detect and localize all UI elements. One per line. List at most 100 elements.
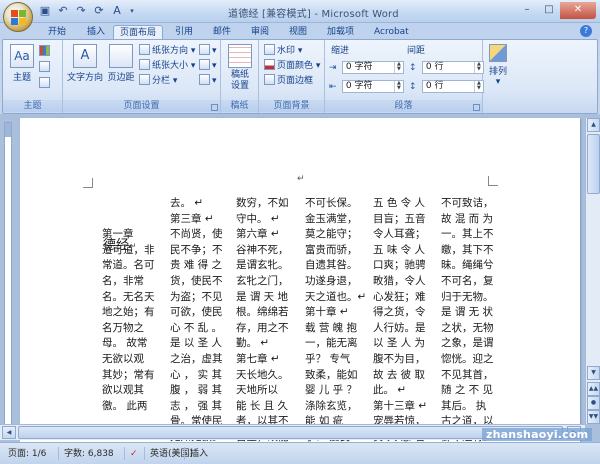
column-line: 富贵而骄， [305,243,358,256]
group-label-page-background: 页面背景 [259,100,324,112]
column-line: 功遂身退， [305,274,358,287]
tab-home[interactable]: 开始 [42,25,72,40]
tab-page-layout[interactable]: 页面布局 [113,25,164,40]
arrange-icon [489,44,507,62]
manuscript-settings-button[interactable]: 稿纸 设置 [226,44,254,92]
page-setup-launcher-icon[interactable] [211,104,218,111]
ribbon: Aa 主题 主题 A 文字方向 页边距 纸张方向 ▾ 纸张大小 ▾ 分栏 ▾ ▾… [2,39,598,114]
scroll-left-icon[interactable]: ◀ [2,426,16,439]
browse-object-icon[interactable]: ● [587,396,600,410]
page-borders-button[interactable]: 页面边框 [264,74,313,88]
save-icon[interactable]: ▣ [38,4,52,18]
breaks-button[interactable]: ▾ [199,44,217,58]
tab-view[interactable]: 视图 [283,25,313,40]
watermark-button[interactable]: 水印 ▾ [264,44,302,58]
indent-right-icon: ⇤ [329,82,337,92]
close-button[interactable]: ✕ [560,2,596,19]
spacing-label: 间距 [407,46,426,56]
document-page[interactable]: ↵ 德经↵ 第一章 道可道，非 常道。名可 名，非常 名。无名天 地之始；有 名… [20,118,580,442]
scroll-down-icon[interactable]: ▼ [587,366,600,380]
previous-page-icon[interactable]: ▲▲ [587,382,600,396]
column-line: 五 味 令 人 [373,243,426,256]
next-page-icon[interactable]: ▼▼ [587,410,600,424]
indent-left-spinner[interactable]: ⇥ 0 字符 ▲ ▼ [329,61,404,75]
office-button[interactable] [3,2,33,32]
columns-button[interactable]: 分栏 ▾ [139,74,177,88]
theme-colors-button[interactable] [39,45,52,59]
maximize-button[interactable]: □ [538,2,560,19]
office-logo-icon [11,10,26,25]
space-after-spinner[interactable]: ↕ 0 行 ▲ ▼ [409,80,484,94]
indent-left-input[interactable]: 0 字符 ▲ ▼ [341,61,404,74]
format-icon[interactable]: A [110,4,124,18]
theme-fonts-button[interactable] [39,61,52,75]
arrange-label: 排列 [488,67,507,77]
indent-right-input[interactable]: 0 字符 ▲ ▼ [341,80,404,93]
undo-icon[interactable]: ↶ [56,4,70,18]
page-count[interactable]: 页面: 1/6 [8,447,46,461]
tab-acrobat[interactable]: Acrobat [368,25,415,40]
column-line: 常道。名可 [102,259,155,272]
column-line: 谷神不死， [236,243,289,256]
group-label-themes: 主题 [3,100,62,112]
themes-button[interactable]: Aa 主题 [9,44,35,83]
space-before-spinner[interactable]: ↕ 0 行 ▲ ▼ [409,61,484,75]
manuscript-label: 稿纸 设置 [230,70,249,91]
hyphenation-icon [199,74,210,85]
line-numbers-button[interactable]: ▾ [199,59,217,73]
column-line: 心发狂；难 [373,290,426,303]
insert-mode-indicator[interactable]: 插入 [190,447,208,461]
ribbon-tabs: 开始 插入 页面布局 引用 邮件 审阅 视图 加载项 Acrobat [0,23,600,40]
group-page-background: 水印 ▾ 页面颜色 ▾ 页面边框 页面背景 [259,40,325,113]
column-line: 徼。 此两 [102,399,148,412]
margins-button[interactable]: 页边距 [107,44,135,83]
column-line: 第三章 ↵ [170,212,214,225]
column-line: 之状，无物 [441,321,494,334]
indent-right-arrows-icon[interactable]: ▲ ▼ [393,81,403,92]
tab-addins[interactable]: 加载项 [321,25,360,40]
column-line: 一，能无离 [305,337,358,350]
help-icon[interactable]: ? [580,25,592,37]
column-line: 不尚贤，使 [170,228,223,241]
redo-icon[interactable]: ↷ [74,4,88,18]
column-line: 归于无物。 [441,290,494,303]
word-count[interactable]: 字数: 6,838 [64,447,114,461]
column-line: 心 ， 实 其 [170,368,223,381]
orientation-icon [139,44,150,55]
space-before-input[interactable]: 0 行 ▲ ▼ [421,61,484,74]
size-button[interactable]: 纸张大小 ▾ [139,59,195,73]
tab-insert[interactable]: 插入 [81,25,111,40]
vertical-scrollbar[interactable]: ▲ ▼ ▲▲ ● ▼▼ [585,118,600,424]
vertical-ruler [4,122,12,434]
text-column-3: 数穷，不如 守中。 ↵ 第六章 ↵ 谷神不死， 是谓玄牝。 玄牝之门， 是 谓 … [236,196,289,442]
column-line: 为盗；不见 [170,290,223,303]
arrange-button[interactable]: 排列 ▾ [485,44,511,87]
space-after-input[interactable]: 0 行 ▲ ▼ [421,80,484,93]
proofing-icon[interactable]: ✓ [130,447,138,461]
tab-review[interactable]: 审阅 [245,25,275,40]
paragraph-launcher-icon[interactable] [473,104,480,111]
hyphenation-button[interactable]: ▾ [199,74,217,88]
column-line: 名，非常 [102,274,144,287]
text-direction-button[interactable]: A 文字方向 [67,44,103,83]
page-color-button[interactable]: 页面颜色 ▾ [264,59,320,73]
tab-references[interactable]: 引用 [169,25,199,40]
indent-right-spinner[interactable]: ⇤ 0 字符 ▲ ▼ [329,80,404,94]
refresh-icon[interactable]: ⟳ [92,4,106,18]
minimize-button[interactable]: – [516,2,538,19]
space-before-arrows-icon[interactable]: ▲ ▼ [473,62,483,73]
language-indicator[interactable]: 英语(美国) [150,447,193,461]
orientation-button[interactable]: 纸张方向 ▾ [139,44,195,58]
column-line: 母。 故常 [102,337,148,350]
watermark-label: 水印 [277,46,296,56]
column-line: 皦，其下不 [441,243,494,256]
vertical-scroll-thumb[interactable] [587,134,600,194]
indent-left-arrows-icon[interactable]: ▲ ▼ [393,62,403,73]
scroll-up-icon[interactable]: ▲ [587,118,600,132]
column-line: 存，用之不 [236,321,289,334]
tab-mailings[interactable]: 邮件 [207,25,237,40]
theme-effects-button[interactable] [39,77,52,91]
status-divider [124,447,125,460]
qat-dropdown-icon[interactable]: ▾ [128,4,136,18]
space-after-arrows-icon[interactable]: ▲ ▼ [473,81,483,92]
